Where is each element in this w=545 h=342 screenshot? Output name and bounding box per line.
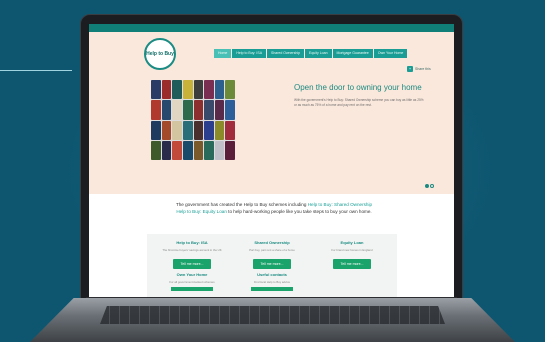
schemes-panel: Help to Buy: ISA The first-time buyers' … [147, 234, 397, 297]
nav-item-isa[interactable]: Help to Buy: ISA [232, 49, 267, 58]
door [204, 80, 214, 100]
door [161, 80, 172, 100]
nav-item-equity-loan[interactable]: Equity Loan [305, 49, 332, 58]
laptop-keyboard [100, 306, 445, 324]
door [161, 100, 172, 120]
hero-headline: Open the door to owning your home [294, 83, 422, 92]
logo-text: Help to Buy [146, 50, 174, 57]
door [151, 120, 161, 140]
scheme-desc: For all government-backed schemes [169, 280, 215, 284]
door [161, 140, 172, 160]
scheme-useful-contacts: Useful contacts Find local Help to Buy a… [237, 272, 307, 291]
decorative-line [0, 70, 72, 71]
door [204, 100, 214, 120]
scheme-equity-loan: Equity Loan For brand new homes in Engla… [317, 240, 387, 270]
door [161, 120, 172, 140]
nav-item-own-your-home[interactable]: Own Your Home [373, 49, 408, 58]
scheme-own-your-home: Own Your Home For all government-backed … [157, 272, 227, 291]
door [172, 80, 182, 100]
tell-me-more-button[interactable]: Tell me more... [332, 259, 372, 269]
hero-section: Help to Buy Home Help to Buy: ISA Shared… [89, 32, 454, 194]
nav-item-mortgage-guarantee[interactable]: Mortgage Guarantee [332, 49, 373, 58]
nav-item-home[interactable]: Home [214, 49, 232, 58]
carousel-dot-1[interactable] [425, 184, 429, 188]
shared-ownership-link[interactable]: Help to Buy: Shared Ownership [308, 202, 372, 207]
door [182, 120, 193, 140]
scheme-desc: The first-time buyers' savings account i… [162, 248, 222, 252]
door [172, 100, 182, 120]
scheme-isa: Help to Buy: ISA The first-time buyers' … [157, 240, 227, 270]
door [193, 100, 204, 120]
door [182, 100, 193, 120]
nav-item-shared-ownership[interactable]: Shared Ownership [267, 49, 305, 58]
tell-me-more-button[interactable]: Tell me more... [172, 259, 212, 269]
doors-image [151, 80, 235, 160]
scheme-title: Equity Loan [340, 240, 364, 245]
door [214, 140, 225, 160]
tell-me-more-button[interactable] [171, 287, 213, 291]
scheme-desc: For brand new homes in England [331, 248, 373, 252]
intro-text-start: The government has created the Help to B… [175, 202, 308, 207]
intro-text: The government has created the Help to B… [129, 201, 419, 215]
door [225, 140, 235, 160]
scheme-title: Help to Buy: ISA [176, 240, 208, 245]
share-label: Share this [415, 67, 431, 71]
door [193, 120, 204, 140]
tell-me-more-button[interactable]: Tell me more... [252, 259, 292, 269]
door [225, 80, 235, 100]
door [225, 120, 235, 140]
intro-text-end: to help hard-working people like you tak… [226, 209, 372, 214]
door [214, 120, 225, 140]
share-link[interactable]: + Share this [407, 66, 431, 72]
scheme-title: Useful contacts [257, 272, 287, 277]
scheme-desc: Find local Help to Buy advice [253, 280, 291, 284]
carousel-dots [425, 184, 434, 188]
equity-loan-link[interactable]: Help to Buy: Equity Loan [176, 209, 227, 214]
door [151, 100, 161, 120]
site-top-bar [89, 24, 454, 32]
carousel-dot-2[interactable] [430, 184, 434, 188]
door [214, 100, 225, 120]
hero-subtext: With the government's Help to Buy: Share… [294, 98, 424, 107]
main-nav: Home Help to Buy: ISA Shared Ownership E… [214, 49, 408, 58]
door [193, 80, 204, 100]
scheme-title: Shared Ownership [254, 240, 290, 245]
door [172, 140, 182, 160]
door [182, 80, 193, 100]
door [225, 100, 235, 120]
door [214, 80, 225, 100]
door [193, 140, 204, 160]
laptop-screen: Help to Buy Home Help to Buy: ISA Shared… [89, 24, 454, 297]
door [151, 140, 161, 160]
scheme-shared-ownership: Shared Ownership Part buy, part rent a s… [237, 240, 307, 270]
scheme-title: Own Your Home [176, 272, 208, 277]
door [151, 80, 161, 100]
scheme-desc: Part buy, part rent a share of a home [249, 248, 295, 252]
door [182, 140, 193, 160]
help-to-buy-logo[interactable]: Help to Buy [144, 38, 176, 70]
door [172, 120, 182, 140]
door [204, 120, 214, 140]
share-icon: + [407, 66, 413, 72]
door [204, 140, 214, 160]
tell-me-more-button[interactable] [251, 287, 293, 291]
